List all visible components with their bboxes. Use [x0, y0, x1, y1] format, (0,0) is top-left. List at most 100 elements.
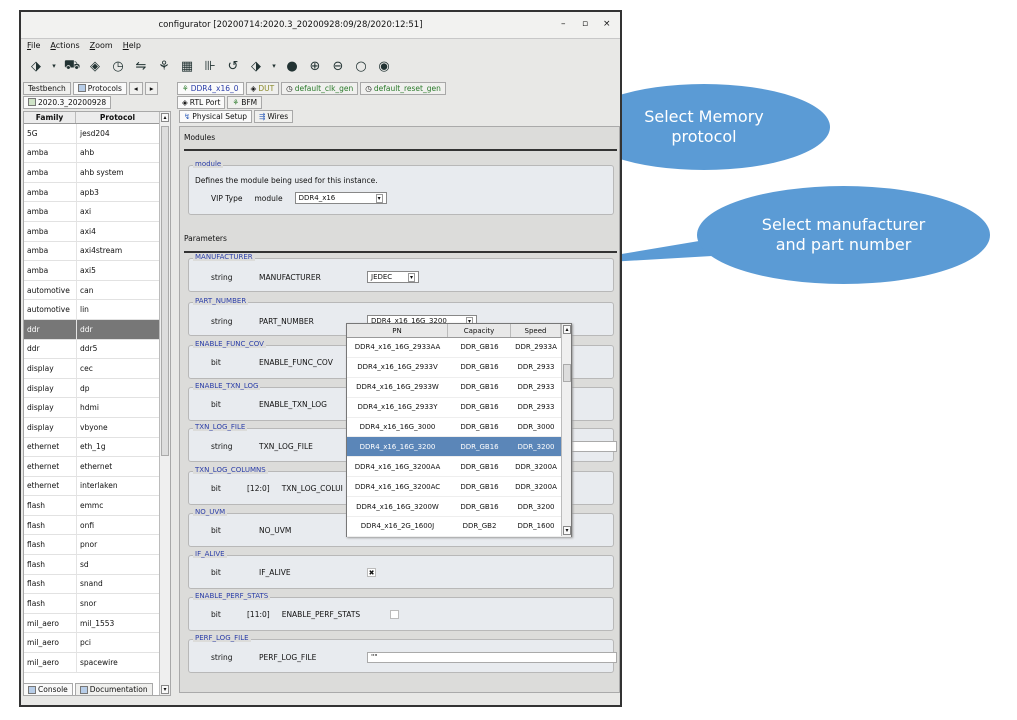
tab-scroll-right[interactable]: ▸: [144, 81, 159, 95]
protocol-row[interactable]: display cec: [24, 359, 160, 379]
part-number-option[interactable]: DDR4_x16_16G_3200 DDR_GB16 DDR_3200: [347, 437, 571, 458]
protocol-row[interactable]: ddr ddr: [24, 319, 160, 340]
dd-col-speed[interactable]: Speed: [511, 324, 561, 337]
part-number-option[interactable]: DDR4_x16_16G_3200AC DDR_GB16 DDR_3200A: [347, 477, 571, 498]
zoom-icon[interactable]: ●: [283, 57, 301, 75]
protocol-row[interactable]: amba axi4: [24, 221, 160, 242]
part-number-option[interactable]: DDR4_x16_16G_2933V DDR_GB16 DDR_2933: [347, 358, 571, 378]
protocol-row[interactable]: automotive can: [24, 280, 160, 301]
add-component-icon[interactable]: ⬗: [27, 57, 45, 75]
dropdown-scrollbar[interactable]: ▴ ▾: [561, 324, 571, 536]
tab-documentation[interactable]: Documentation: [74, 683, 153, 696]
speed-cell: DDR_2933: [517, 363, 555, 372]
part-number-option[interactable]: DDR4_x16_16G_3200W DDR_GB16 DDR_3200: [347, 497, 571, 518]
protocol-row[interactable]: display hdmi: [24, 398, 160, 418]
zoom-select-icon[interactable]: ◉: [375, 57, 393, 75]
perf-log-file-field[interactable]: "": [367, 652, 617, 663]
protocol-row[interactable]: flash onfi: [24, 515, 160, 536]
col-protocol-header[interactable]: Protocol: [76, 112, 160, 123]
menu-file[interactable]: File: [27, 41, 40, 51]
tab-testbench[interactable]: Testbench: [23, 81, 71, 95]
protocol-row[interactable]: flash sd: [24, 555, 160, 575]
protocol-cell: lin: [76, 300, 160, 319]
if-alive-checkbox[interactable]: ✖: [367, 568, 376, 577]
protocol-row[interactable]: ethernet ethernet: [24, 457, 160, 477]
param-row: bit IF_ALIVE ✖: [211, 568, 376, 577]
protocol-row[interactable]: amba axi: [24, 202, 160, 222]
protocol-row[interactable]: mil_aero spacewire: [24, 653, 160, 673]
protocol-row[interactable]: amba apb3: [24, 182, 160, 203]
tab-physical-setup[interactable]: ↯ Physical Setup: [179, 109, 253, 123]
scroll-down-icon[interactable]: ▾: [161, 685, 169, 694]
tab-reset-gen[interactable]: ◷ default_reset_gen: [360, 81, 446, 95]
tab-rtl-port[interactable]: ◈ RTL Port: [177, 95, 226, 109]
tab-clk-gen[interactable]: ◷ default_clk_gen: [281, 81, 359, 95]
protocol-row[interactable]: automotive lin: [24, 300, 160, 320]
protocol-row[interactable]: display dp: [24, 378, 160, 399]
scroll-up-icon[interactable]: ▴: [161, 113, 169, 122]
zoom-fit-icon[interactable]: ○: [352, 57, 370, 75]
maximize-button[interactable]: ▫: [582, 19, 588, 29]
connect-icon[interactable]: ⇋: [132, 57, 150, 75]
scroll-thumb[interactable]: [161, 126, 169, 456]
tab-scroll-left[interactable]: ◂: [128, 81, 143, 95]
param-group-label: PART_NUMBER: [193, 297, 249, 305]
protocol-row[interactable]: amba ahb: [24, 143, 160, 164]
part-number-option[interactable]: DDR4_x16_16G_3000 DDR_GB16 DDR_3000: [347, 418, 571, 438]
dd-scroll-down-icon[interactable]: ▾: [563, 526, 571, 535]
col-family-header[interactable]: Family: [24, 112, 76, 123]
protocol-row[interactable]: flash emmc: [24, 496, 160, 516]
part-number-option[interactable]: DDR4_x16_16G_2933W DDR_GB16 DDR_2933: [347, 378, 571, 398]
capacity-cell: DDR_GB16: [460, 343, 499, 352]
close-button[interactable]: ×: [603, 19, 611, 29]
minimize-button[interactable]: –: [561, 19, 566, 29]
tool-icon[interactable]: ⬗: [247, 57, 265, 75]
dropdown-arrow-icon[interactable]: ▾: [50, 57, 58, 75]
bus-icon[interactable]: ⊪: [201, 57, 219, 75]
part-number-option[interactable]: DDR4_x16_2G_1600J DDR_GB2 DDR_1600: [347, 517, 571, 537]
protocol-row[interactable]: amba axi5: [24, 261, 160, 281]
protocol-row[interactable]: 5G jesd204: [24, 124, 160, 144]
part-number-option[interactable]: DDR4_x16_16G_2933Y DDR_GB16 DDR_2933: [347, 398, 571, 418]
protocol-row[interactable]: mil_aero mil_1553: [24, 613, 160, 634]
enable-perf-stats-checkbox[interactable]: [389, 610, 399, 619]
protocol-row[interactable]: ddr ddr5: [24, 339, 160, 360]
manufacturer-select[interactable]: JEDEC ▾: [367, 271, 419, 283]
dd-scroll-thumb[interactable]: [563, 364, 571, 382]
zoom-in-icon[interactable]: ⊕: [306, 57, 324, 75]
protocol-row[interactable]: mil_aero pci: [24, 633, 160, 654]
protocol-row[interactable]: flash snor: [24, 594, 160, 614]
tab-bfm[interactable]: ⚘ BFM: [227, 95, 263, 109]
protocol-row[interactable]: ethernet interlaken: [24, 476, 160, 497]
protocol-row[interactable]: flash snand: [24, 574, 160, 595]
protocol-row[interactable]: flash pnor: [24, 535, 160, 556]
tab-wires[interactable]: ⇶ Wires: [254, 109, 294, 123]
clock-icon[interactable]: ◷: [109, 57, 127, 75]
tab-console[interactable]: Console: [23, 683, 73, 696]
menu-zoom[interactable]: Zoom: [90, 41, 113, 51]
zoom-out-icon[interactable]: ⊖: [329, 57, 347, 75]
dropdown-arrow-icon-2[interactable]: ▾: [270, 57, 278, 75]
tab-dut[interactable]: ◈ DUT: [245, 81, 280, 95]
part-number-option[interactable]: DDR4_x16_16G_2933AA DDR_GB16 DDR_2933A: [347, 338, 571, 358]
module-select[interactable]: DDR4_x16 ▾: [294, 192, 387, 204]
dd-scroll-up-icon[interactable]: ▴: [563, 325, 571, 334]
tab-protocols[interactable]: Protocols: [72, 81, 127, 95]
protocol-scrollbar[interactable]: ▴ ▾: [159, 112, 170, 695]
tab-ddr4-instance[interactable]: ⚘ DDR4_x16_0: [177, 81, 244, 95]
undo-icon[interactable]: ↺: [224, 57, 242, 75]
build-icon[interactable]: ⛟: [63, 57, 81, 75]
dd-col-pn[interactable]: PN: [347, 324, 448, 337]
protocol-row[interactable]: ethernet eth_1g: [24, 437, 160, 458]
menu-actions[interactable]: Actions: [50, 41, 79, 51]
protocol-row[interactable]: amba ahb system: [24, 163, 160, 183]
grid-icon[interactable]: ▦: [178, 57, 196, 75]
tag-icon[interactable]: ◈: [86, 57, 104, 75]
part-number-option[interactable]: DDR4_x16_16G_3200AA DDR_GB16 DDR_3200A: [347, 457, 571, 478]
menu-help[interactable]: Help: [123, 41, 141, 51]
protocol-row[interactable]: amba axi4stream: [24, 241, 160, 262]
protocol-row[interactable]: display vbyone: [24, 417, 160, 438]
dd-col-capacity[interactable]: Capacity: [448, 324, 511, 337]
version-tab[interactable]: 2020.3_20200928: [23, 95, 112, 109]
hierarchy-icon[interactable]: ⚘: [155, 57, 173, 75]
